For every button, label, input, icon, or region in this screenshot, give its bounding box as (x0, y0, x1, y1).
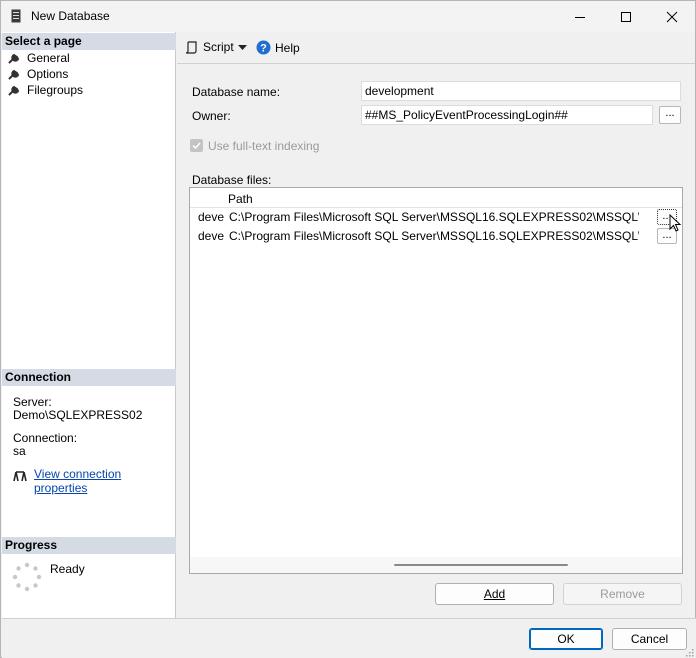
column-header-path[interactable]: Path (228, 192, 253, 206)
view-connection-properties-link[interactable]: View connection properties (34, 467, 175, 495)
script-icon (185, 40, 197, 54)
cancel-button[interactable]: Cancel (612, 628, 687, 650)
connection-header: Connection (2, 369, 176, 386)
horizontal-scrollbar[interactable] (190, 557, 682, 573)
left-pane: Select a page General Options Filegroups… (2, 32, 176, 618)
database-files-label: Database files: (192, 173, 272, 187)
path-cell[interactable]: C:\Program Files\Microsoft SQL Server\MS… (229, 210, 639, 224)
page-general-label: General (27, 51, 70, 65)
script-label: Script (203, 40, 234, 54)
help-icon: ? (256, 40, 271, 55)
server-label: Server: (13, 395, 52, 409)
progress-header: Progress (2, 537, 176, 554)
minimize-icon (575, 16, 585, 18)
add-label: Add (483, 587, 506, 601)
window-title: New Database (31, 9, 110, 23)
maximize-button[interactable] (603, 1, 649, 32)
page-general[interactable]: General (8, 50, 70, 66)
owner-browse-button[interactable]: ... (659, 106, 681, 124)
maximize-icon (621, 11, 631, 22)
script-button[interactable]: Script (185, 40, 234, 54)
wrench-icon (8, 53, 20, 64)
wrench-icon (8, 85, 20, 96)
table-row[interactable]: deve C:\Program Files\Microsoft SQL Serv… (190, 227, 682, 246)
checkmark-icon (192, 142, 201, 150)
progress-status: Ready (50, 562, 85, 576)
scrollbar-thumb[interactable] (394, 564, 568, 566)
page-options-label: Options (27, 67, 69, 81)
progress-spinner-icon (12, 562, 42, 592)
database-name-label: Database name: (192, 85, 281, 99)
new-database-dialog: New Database Select a page General Optio… (0, 0, 696, 658)
svg-text:?: ? (260, 43, 267, 55)
connection-label: Connection: (13, 431, 78, 445)
database-name-input[interactable]: development (361, 81, 681, 101)
page-filegroups[interactable]: Filegroups (8, 82, 83, 98)
owner-input[interactable]: ##MS_PolicyEventProcessingLogin## (361, 105, 653, 125)
ok-button[interactable]: OK (529, 628, 603, 650)
select-page-header: Select a page (2, 33, 176, 50)
chevron-down-icon[interactable] (238, 45, 247, 51)
server-value: Demo\SQLEXPRESS02 (13, 408, 143, 422)
mouse-cursor-icon (669, 214, 682, 232)
page-options[interactable]: Options (8, 66, 68, 82)
close-icon (666, 11, 678, 22)
minimize-button[interactable] (557, 1, 603, 32)
wrench-icon (8, 69, 20, 80)
close-button[interactable] (649, 1, 695, 32)
logical-name-cell[interactable]: deve (198, 210, 224, 224)
resize-grip-icon[interactable] (684, 647, 694, 657)
remove-button[interactable]: Remove (563, 583, 682, 605)
help-label: Help (275, 40, 300, 55)
path-cell[interactable]: C:\Program Files\Microsoft SQL Server\MS… (229, 229, 639, 243)
connection-properties-icon (13, 471, 27, 482)
help-button[interactable]: ? Help (256, 40, 300, 55)
page-filegroups-label: Filegroups (27, 83, 84, 97)
owner-label: Owner: (192, 109, 231, 123)
fulltext-checkbox[interactable] (190, 139, 203, 152)
fulltext-label: Use full-text indexing (208, 139, 320, 153)
connection-value: sa (13, 444, 26, 458)
table-row[interactable]: deve C:\Program Files\Microsoft SQL Serv… (190, 208, 682, 227)
dialog-footer: OK Cancel (2, 618, 696, 658)
add-button[interactable]: Add (435, 583, 554, 605)
remove-label: Remove (600, 587, 645, 601)
logical-name-cell[interactable]: deve (198, 229, 224, 243)
database-app-icon (11, 9, 21, 23)
toolbar: Script ? Help (177, 32, 695, 64)
database-files-grid[interactable]: Path deve C:\Program Files\Microsoft SQL… (189, 187, 683, 574)
title-bar: New Database (1, 1, 695, 32)
